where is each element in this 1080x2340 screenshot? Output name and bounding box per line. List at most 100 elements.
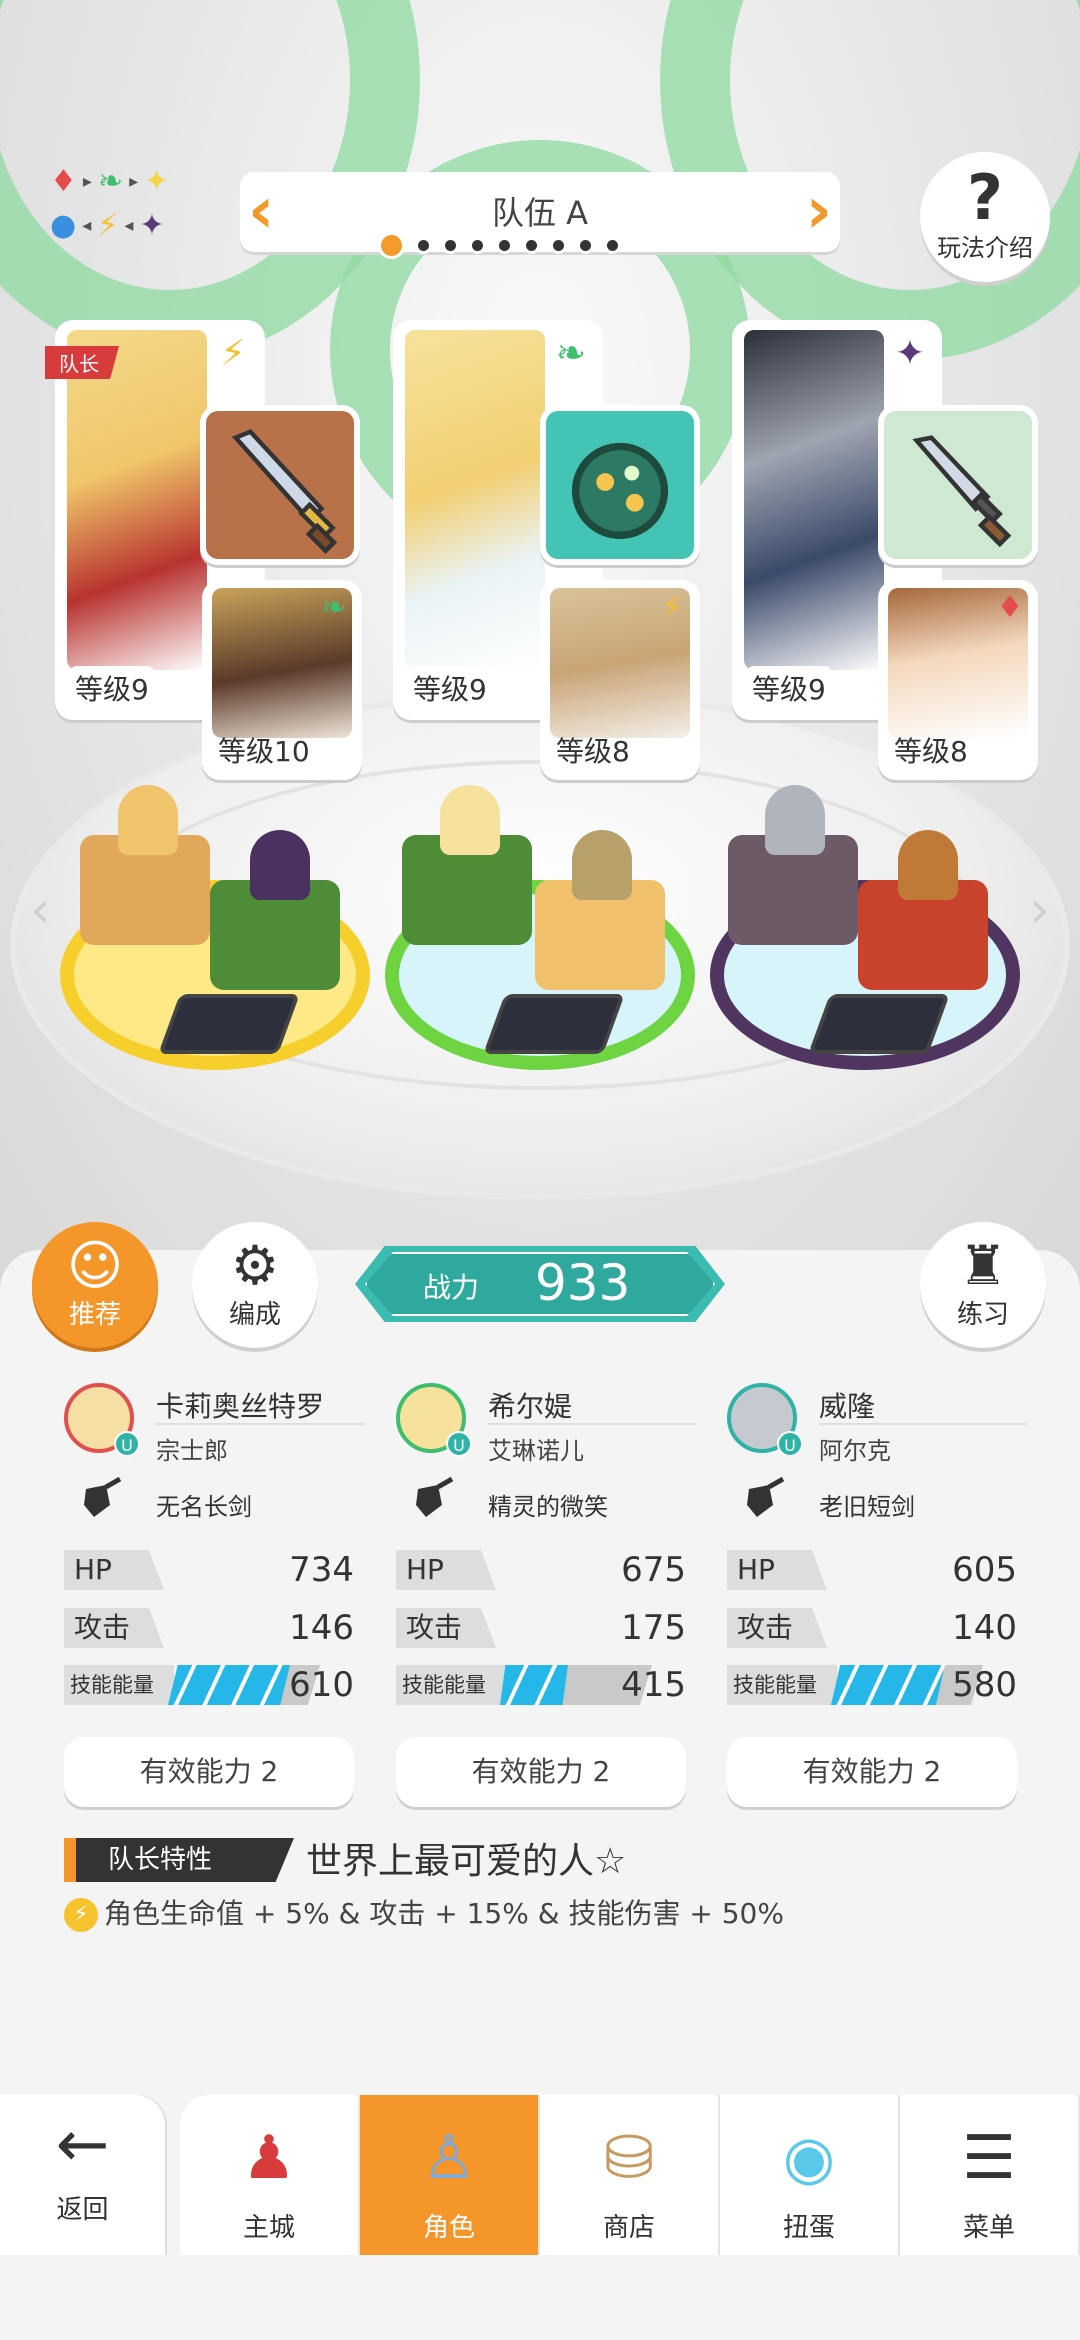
menu-list-icon: ☰: [962, 2123, 1016, 2193]
main-tabs: ♟ 主城 ♙ 角色 ⛁ 商店 ◉ 扭蛋 ☰ 菜单: [180, 2095, 1080, 2255]
help-label: 玩法介绍: [937, 234, 1033, 262]
energy-bar: [168, 1665, 290, 1705]
page-dot[interactable]: [577, 237, 594, 254]
power-label: 战力: [423, 1271, 480, 1304]
main-level: 等级9: [69, 666, 155, 710]
power-value: 933: [535, 1254, 631, 1312]
element-cycle-legend[interactable]: ♦ ▸ ❧ ▸ ✦ ● ◂ ⚡ ◂ ✦: [50, 160, 200, 250]
skill-shield-icon: [747, 1476, 785, 1517]
arrow-icon: ▸: [129, 171, 139, 192]
weapon-name: 老旧短剑: [819, 1493, 915, 1521]
main-level: 等级9: [746, 666, 832, 710]
energy-label: 技能能量: [64, 1665, 174, 1705]
attack-value: 146: [289, 1608, 354, 1648]
sword-icon: [231, 429, 338, 554]
skill-shield-icon: [84, 1476, 122, 1517]
page-dot[interactable]: [469, 237, 486, 254]
leader-trait-desc: ⚡ 角色生命值 + 5% & 攻击 + 15% & 技能伤害 + 50%: [64, 1892, 784, 1932]
sub-character-name: 艾琳诺儿: [488, 1437, 584, 1465]
bottom-nav: ← 返回 ♟ 主城 ♙ 角色 ⛁ 商店 ◉ 扭蛋 ☰ 菜单: [0, 2095, 1080, 2340]
pod-mat: [158, 994, 300, 1054]
fire-diamond-icon: ♦: [50, 164, 77, 199]
light-star-icon: ✦: [144, 164, 170, 199]
gacha-orb-icon: ◉: [782, 2123, 836, 2193]
tab-characters[interactable]: ♙ 角色: [360, 2095, 540, 2255]
upgrade-badge-icon: U: [114, 1431, 140, 1457]
dark-star-icon: ✦: [894, 333, 926, 374]
chibi-sprite: [765, 785, 825, 855]
weapon-slot[interactable]: [878, 405, 1038, 565]
hp-label: HP: [727, 1550, 827, 1590]
hp-value: 605: [952, 1550, 1017, 1590]
tab-label: 菜单: [962, 2213, 1015, 2243]
energy-label: 技能能量: [727, 1665, 837, 1705]
page-dot[interactable]: [523, 237, 540, 254]
arrow-icon: ◂: [124, 215, 134, 236]
character-stats: U 卡莉奥丝特罗 宗士郎 无名长剑 HP 734 攻击 146 技能能量 610…: [64, 1375, 364, 1825]
scroll-left-icon[interactable]: ‹: [30, 880, 51, 940]
sub-character-name: 阿尔克: [819, 1437, 891, 1465]
formation-button[interactable]: ⚙ 编成: [192, 1222, 318, 1348]
sub-character-card[interactable]: ❧ 等级10: [202, 580, 362, 780]
sub-character-card[interactable]: ♦ 等级8: [878, 580, 1038, 780]
scroll-right-icon[interactable]: ›: [1029, 880, 1050, 940]
tab-label: 扭蛋: [782, 2213, 835, 2243]
energy-value: 580: [952, 1665, 1017, 1705]
attack-stat: 攻击 175: [396, 1608, 686, 1648]
sub-character-name: 宗士郎: [156, 1437, 228, 1465]
effective-ability-button[interactable]: 有效能力 2: [727, 1737, 1017, 1807]
lightning-icon: ⚡: [661, 590, 683, 625]
page-dot[interactable]: [442, 237, 459, 254]
leaf-icon: ❧: [321, 590, 347, 625]
tab-gacha[interactable]: ◉ 扭蛋: [720, 2095, 900, 2255]
character-portrait: [67, 330, 207, 670]
sub-character-card[interactable]: ⚡ 等级8: [540, 580, 700, 780]
weapon-slot[interactable]: [540, 405, 700, 565]
effective-ability-button[interactable]: 有效能力 2: [396, 1737, 686, 1807]
sub-level: 等级8: [556, 735, 630, 768]
character-portrait: [405, 330, 545, 670]
town-icon: ♟: [242, 2123, 296, 2193]
page-dot[interactable]: [415, 237, 432, 254]
skill-energy-stat: 技能能量 610: [64, 1665, 354, 1705]
hp-label: HP: [396, 1550, 496, 1590]
page-dot[interactable]: [496, 237, 513, 254]
page-dot[interactable]: [378, 232, 405, 259]
tab-label: 主城: [242, 2213, 295, 2243]
team-page-dots[interactable]: [378, 232, 621, 259]
character-name: 希尔媞: [488, 1390, 573, 1423]
practice-button[interactable]: ♜ 练习: [920, 1222, 1046, 1348]
weapon-slot[interactable]: [200, 405, 360, 565]
divider: [156, 1423, 364, 1425]
tab-menu[interactable]: ☰ 菜单: [900, 2095, 1080, 2255]
hp-stat: HP 675: [396, 1550, 686, 1590]
dark-star-icon: ✦: [139, 208, 165, 243]
back-button[interactable]: ← 返回: [0, 2095, 165, 2255]
effective-ability-button[interactable]: 有效能力 2: [64, 1737, 354, 1807]
attack-value: 140: [952, 1608, 1017, 1648]
help-button[interactable]: ? 玩法介绍: [920, 152, 1050, 282]
weapon-name: 精灵的微笑: [488, 1493, 608, 1521]
chibi-sprite: [440, 785, 500, 855]
tab-town[interactable]: ♟ 主城: [180, 2095, 360, 2255]
chibi-sprite: [898, 830, 958, 900]
attack-stat: 攻击 146: [64, 1608, 354, 1648]
dagger-icon: [912, 435, 1012, 548]
character-portrait: [744, 330, 884, 670]
recommend-button[interactable]: ☺ 推荐: [32, 1222, 158, 1348]
fire-diamond-icon: ♦: [996, 590, 1024, 625]
lightning-icon: ⚡: [220, 333, 246, 374]
character-name: 卡莉奥丝特罗: [156, 1390, 325, 1423]
practice-label: 练习: [956, 1300, 1009, 1330]
page-dot[interactable]: [550, 237, 567, 254]
arrow-icon: ▸: [82, 171, 92, 192]
captain-tag: 队长: [45, 346, 119, 379]
page-dot[interactable]: [604, 237, 621, 254]
hp-stat: HP 605: [727, 1550, 1017, 1590]
chibi-sprite: [572, 830, 632, 900]
chibi-sprite: [118, 785, 178, 855]
next-team-chevron-icon[interactable]: ›: [806, 176, 832, 246]
leader-trait-text: 角色生命值 + 5% & 攻击 + 15% & 技能伤害 + 50%: [104, 1897, 784, 1930]
water-icon: ●: [50, 208, 77, 243]
tab-shop[interactable]: ⛁ 商店: [540, 2095, 720, 2255]
